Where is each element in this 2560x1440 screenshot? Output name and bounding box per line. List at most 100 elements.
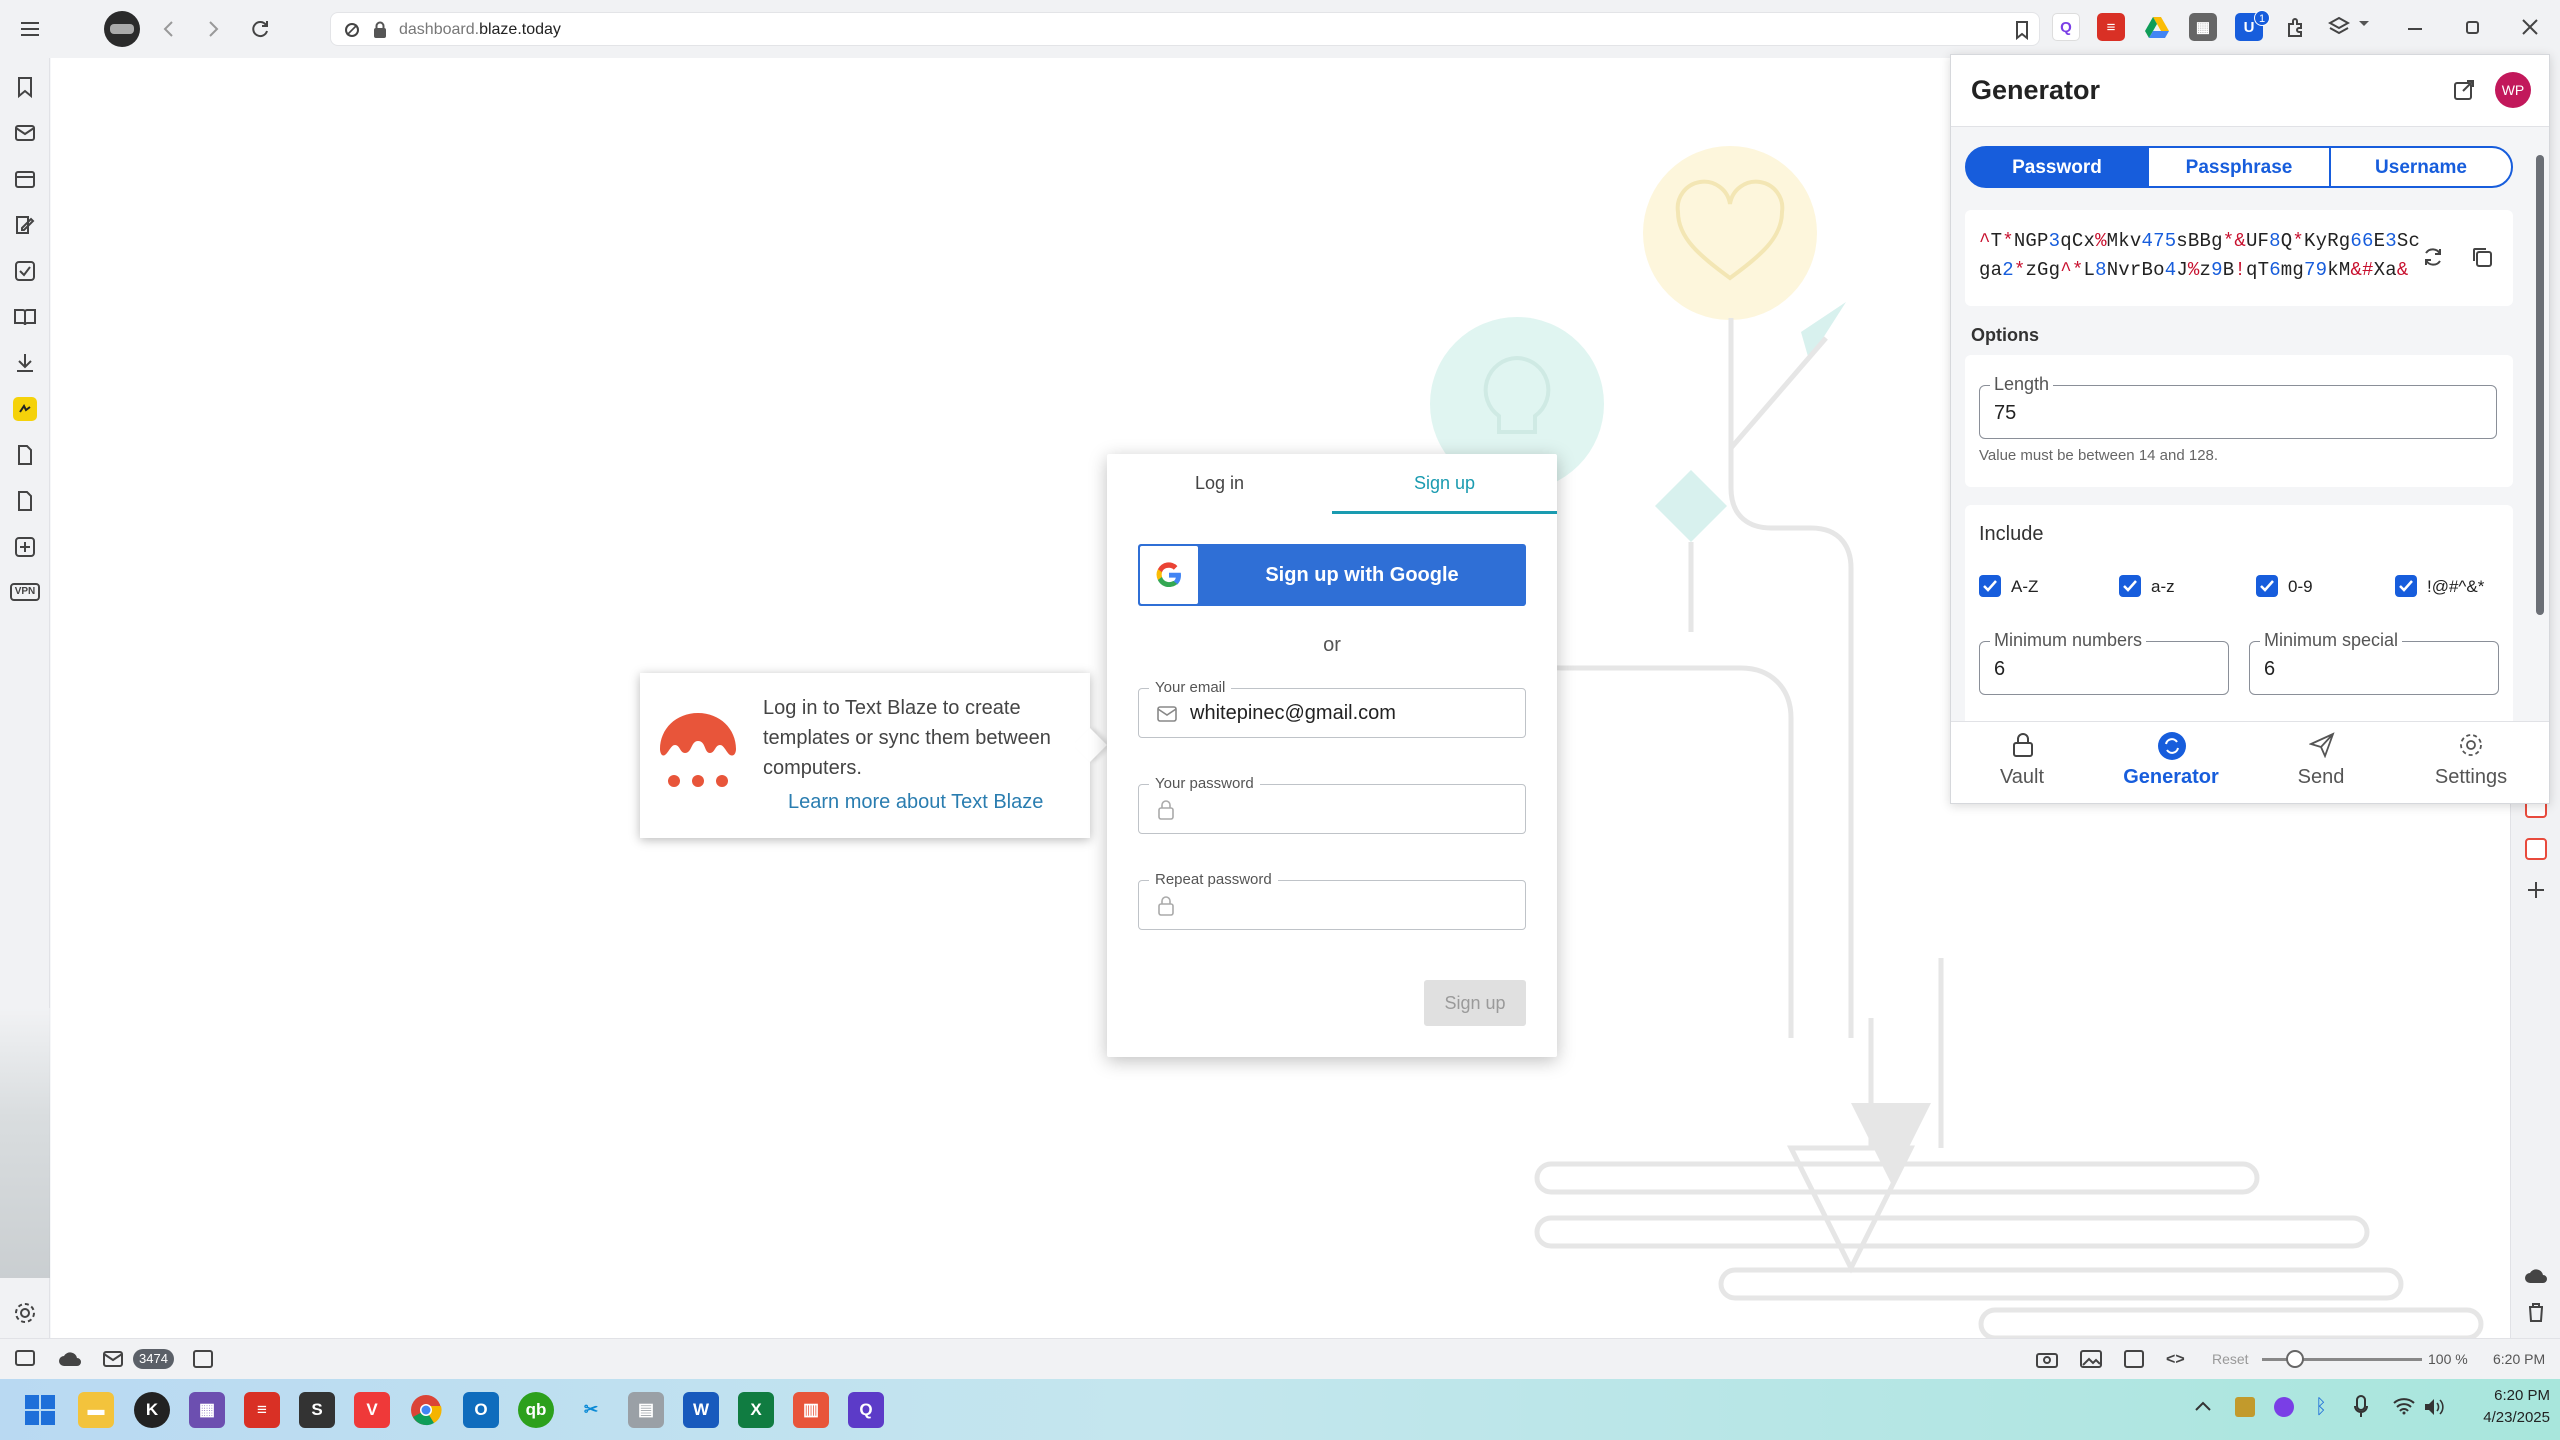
email-field[interactable]: Your email whitepinec@gmail.com: [1138, 679, 1526, 738]
tray-app-icon-2[interactable]: [2274, 1397, 2294, 1417]
vivaldi-taskbar-icon[interactable]: V: [354, 1392, 390, 1428]
tray-app-icon[interactable]: [2235, 1397, 2255, 1417]
extensions-icon[interactable]: [2282, 13, 2310, 41]
drive-extension-icon[interactable]: [2143, 13, 2171, 41]
bookmark-icon[interactable]: [2015, 20, 2029, 40]
reload-icon[interactable]: [244, 13, 276, 45]
min-numbers-input[interactable]: Minimum numbers 6: [1979, 630, 2229, 695]
learn-more-link[interactable]: Learn more about Text Blaze: [788, 791, 1043, 814]
nav-generator[interactable]: Generator: [2101, 722, 2241, 804]
panel-toggle-icon[interactable]: [15, 1350, 35, 1366]
quickbooks-taskbar-icon[interactable]: qb: [518, 1392, 554, 1428]
page-icon[interactable]: [13, 443, 37, 467]
nav-vault[interactable]: Vault: [1952, 722, 2092, 804]
checkbox-uppercase[interactable]: [1979, 575, 2001, 597]
sync-cloud-icon[interactable]: [58, 1351, 82, 1367]
nav-send[interactable]: Send: [2251, 722, 2391, 804]
app-s-icon[interactable]: S: [299, 1392, 335, 1428]
outlook-taskbar-icon[interactable]: O: [463, 1392, 499, 1428]
reading-list-icon[interactable]: [13, 305, 37, 329]
snipping-tool-icon[interactable]: ✂: [573, 1392, 609, 1428]
profile-avatar[interactable]: [104, 11, 140, 47]
app-k-icon[interactable]: K: [134, 1392, 170, 1428]
signup-submit-button[interactable]: Sign up: [1424, 980, 1526, 1026]
tab-login[interactable]: Log in: [1107, 454, 1332, 514]
checkbox-special[interactable]: [2395, 575, 2417, 597]
lock-field-icon-2: [1158, 896, 1174, 916]
password-field[interactable]: Your password: [1138, 775, 1526, 834]
address-bar[interactable]: dashboard.blaze.today: [330, 12, 2040, 46]
copy-icon[interactable]: [2471, 246, 2493, 268]
tab-signup[interactable]: Sign up: [1332, 454, 1557, 514]
repeat-password-field[interactable]: Repeat password: [1138, 871, 1526, 930]
popout-icon[interactable]: [2453, 79, 2475, 101]
bluetooth-icon[interactable]: ᛒ: [2315, 1396, 2327, 1419]
app-q-icon[interactable]: Q: [848, 1392, 884, 1428]
forward-icon[interactable]: [198, 13, 230, 45]
google-signup-button[interactable]: Sign up with Google: [1138, 544, 1526, 606]
regenerate-icon[interactable]: [2422, 246, 2444, 268]
menu-icon[interactable]: [14, 13, 46, 45]
zoom-slider[interactable]: [2262, 1350, 2422, 1368]
site-settings-icon[interactable]: [343, 21, 361, 39]
web-panel-yellow-icon[interactable]: [13, 397, 37, 421]
word-taskbar-icon[interactable]: W: [683, 1392, 719, 1428]
taskbar-time[interactable]: 6:20 PM: [2460, 1387, 2550, 1404]
scrollbar-thumb[interactable]: [2536, 155, 2544, 615]
show-hidden-icons-chevron[interactable]: [2195, 1401, 2211, 1411]
min-special-input[interactable]: Minimum special 6: [2249, 630, 2499, 695]
chrome-taskbar-icon[interactable]: [408, 1392, 444, 1428]
zoom-slider-thumb[interactable]: [2286, 1350, 2304, 1368]
add-icon[interactable]: [2526, 880, 2546, 900]
trash-icon[interactable]: [2527, 1302, 2545, 1322]
downloads-icon[interactable]: [13, 351, 37, 375]
panel-app-icon-2[interactable]: [2525, 838, 2547, 860]
checkbox-lowercase[interactable]: [2119, 575, 2141, 597]
page-tiling-icon[interactable]: [2124, 1350, 2144, 1368]
close-icon[interactable]: [2522, 19, 2538, 35]
add-panel-icon[interactable]: [13, 535, 37, 559]
restore-icon[interactable]: [2466, 21, 2479, 34]
nav-settings[interactable]: Settings: [2401, 722, 2541, 804]
code-icon[interactable]: <>: [2166, 1351, 2185, 1369]
app-mosaic-icon[interactable]: ▦: [189, 1392, 225, 1428]
printer-app-icon[interactable]: ▤: [628, 1392, 664, 1428]
app-red-icon[interactable]: ▥: [793, 1392, 829, 1428]
search-extension-icon[interactable]: Q: [2052, 13, 2080, 41]
minimize-icon[interactable]: [2408, 28, 2422, 30]
layers-icon[interactable]: [2325, 13, 2353, 41]
vpn-icon[interactable]: VPN: [10, 583, 40, 601]
microphone-icon[interactable]: [2354, 1395, 2368, 1419]
bookmarks-icon[interactable]: [13, 75, 37, 99]
cloud-icon[interactable]: [2524, 1268, 2548, 1284]
zoom-reset-label[interactable]: Reset: [2212, 1351, 2249, 1367]
checkbox-numbers[interactable]: [2256, 575, 2278, 597]
tab-username[interactable]: Username: [2329, 146, 2513, 188]
image-toggle-icon[interactable]: [2080, 1350, 2102, 1368]
windows-start-icon[interactable]: [22, 1392, 58, 1428]
file-explorer-icon[interactable]: ▬: [78, 1392, 114, 1428]
todoist-extension-icon[interactable]: ≡: [2097, 13, 2125, 41]
scrollbar-track[interactable]: [2533, 141, 2547, 771]
back-icon[interactable]: [152, 13, 184, 45]
capture-icon[interactable]: [2036, 1350, 2058, 1368]
chevron-down-icon[interactable]: [2358, 20, 2370, 28]
calendar-status-icon[interactable]: [193, 1350, 213, 1368]
todoist-taskbar-icon[interactable]: ≡: [244, 1392, 280, 1428]
account-avatar[interactable]: WP: [2495, 72, 2531, 108]
notes-icon[interactable]: [13, 213, 37, 237]
page-icon-2[interactable]: [13, 489, 37, 513]
calendar-icon[interactable]: [13, 167, 37, 191]
taskbar-date[interactable]: 4/23/2025: [2460, 1409, 2550, 1426]
tab-password[interactable]: Password: [1965, 146, 2149, 188]
wifi-icon[interactable]: [2393, 1397, 2415, 1415]
tasks-icon[interactable]: [13, 259, 37, 283]
length-input[interactable]: Length 75: [1979, 374, 2497, 439]
mail-status-icon[interactable]: [103, 1351, 123, 1367]
mail-icon[interactable]: [13, 121, 37, 145]
tab-passphrase[interactable]: Passphrase: [2147, 146, 2331, 188]
volume-icon[interactable]: [2423, 1397, 2445, 1417]
excel-taskbar-icon[interactable]: X: [738, 1392, 774, 1428]
settings-gear-icon[interactable]: [13, 1301, 37, 1325]
screenshot-extension-icon[interactable]: ▦: [2189, 13, 2217, 41]
